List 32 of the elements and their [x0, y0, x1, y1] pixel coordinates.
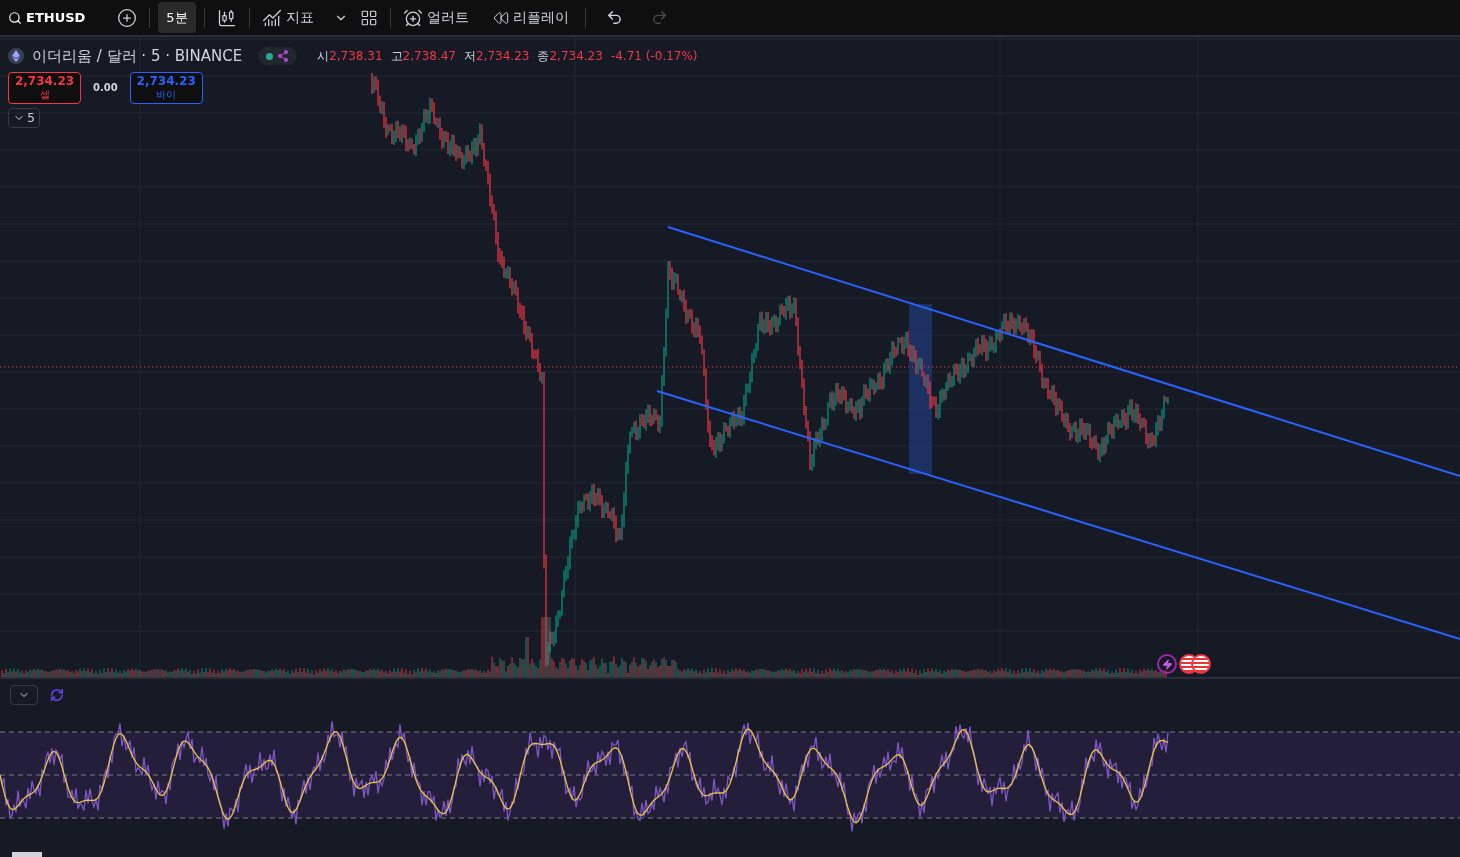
ohlc-value: 고2,738.47 [390, 48, 456, 66]
buy-button[interactable]: 2,734.23 바이 [129, 71, 203, 104]
search-icon [8, 10, 22, 25]
refresh-icon [50, 688, 64, 702]
symbol-search-button[interactable]: ETHUSD [4, 7, 90, 28]
rewind-icon [492, 9, 509, 26]
undo-icon [605, 9, 623, 26]
ohlc-value: 저 2,734.23 [464, 48, 530, 66]
collapse-button[interactable] [10, 685, 38, 705]
indicator-chart-icon [261, 7, 282, 28]
redo-icon [650, 9, 668, 26]
series-toggle-button[interactable]: 5 [8, 107, 40, 128]
sell-button[interactable]: 2,734.23 셀 [8, 71, 81, 104]
spread-value: 0.00 [92, 81, 119, 95]
alert-button[interactable]: 얼러트 [398, 7, 473, 28]
indicators-button[interactable]: 지표 [257, 7, 318, 28]
ohlc-value: 종2,734.23 [537, 48, 603, 66]
alarm-clock-icon [402, 7, 423, 28]
grid-icon [359, 8, 378, 27]
price-chart[interactable]: 이더리움 / 달러 · 5 · BINANCE 시 2,738.31 고2,738.47 저 2,734.23 종2,734.23 -4.71 (-0.17%) 2,734.23 셀 0.00 2,734.23 바이 5 [0, 37, 1460, 677]
channel-upper-line[interactable] [667, 226, 1460, 477]
interval-button[interactable]: 5분 [158, 2, 196, 33]
market-status-badge[interactable] [258, 47, 298, 66]
us-flags-icon[interactable] [1179, 654, 1211, 674]
price-change: -4.71 (-0.17%) [610, 48, 698, 66]
lightning-icon[interactable] [1157, 654, 1177, 674]
ethereum-icon [8, 48, 24, 65]
ohlc-value: 시 2,738.31 [317, 48, 383, 66]
add-icon [117, 7, 138, 28]
replay-button[interactable]: 리플레이 [484, 7, 577, 28]
candlestick-icon [216, 7, 237, 28]
symbol-title[interactable]: 이더리움 / 달러 · 5 · BINANCE [32, 45, 243, 68]
